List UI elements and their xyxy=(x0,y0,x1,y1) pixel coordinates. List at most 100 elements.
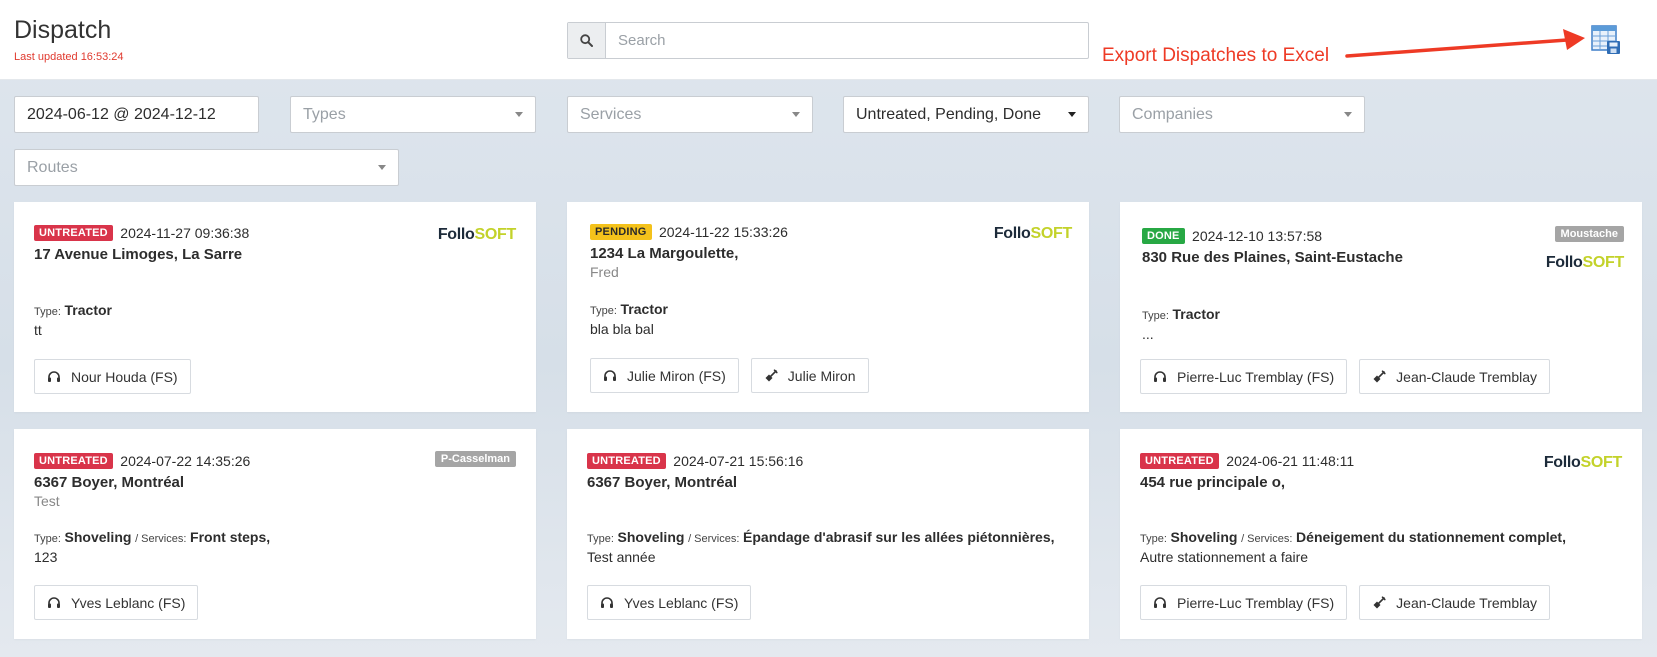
company-logo: FolloSOFT xyxy=(993,225,1072,242)
dispatch-type: Type: Shoveling / Services: Front steps, xyxy=(34,529,271,545)
dispatch-subaddress: Test xyxy=(34,493,60,509)
company-tag: P-Casselman xyxy=(434,451,516,467)
caret-down-icon xyxy=(378,165,386,170)
headset-icon xyxy=(604,369,616,381)
last-updated: Last updated 16:53:24 xyxy=(14,51,124,63)
status-badge: UNTREATED xyxy=(34,452,113,469)
status-badge: UNTREATED xyxy=(587,452,666,469)
operator-name: Jean-Claude Tremblay xyxy=(1396,368,1538,385)
status-badge: DONE xyxy=(1142,227,1185,244)
headset-icon xyxy=(48,596,60,608)
dispatch-card[interactable]: DONE 2024-12-10 13:57:58 830 Rue des Pla… xyxy=(1120,202,1642,412)
dispatch-type: Type: Shoveling / Services: Déneigement … xyxy=(1140,529,1566,545)
search-icon xyxy=(580,34,593,47)
dispatch-datetime: 2024-11-22 15:33:26 xyxy=(658,223,788,240)
agent-chip[interactable]: Julie Miron (FS) xyxy=(590,358,739,393)
dispatch-datetime: 2024-06-21 11:48:11 xyxy=(1226,452,1355,469)
operator-chip[interactable]: Jean-Claude Tremblay xyxy=(1359,359,1551,394)
dispatch-card[interactable]: UNTREATED 2024-07-21 15:56:16 6367 Boyer… xyxy=(567,429,1089,639)
last-updated-label: Last updated xyxy=(14,51,78,63)
status-badge: UNTREATED xyxy=(1140,452,1219,469)
operator-chip[interactable]: Jean-Claude Tremblay xyxy=(1359,585,1551,620)
company-tag: Moustache xyxy=(1554,226,1624,242)
dispatch-card[interactable]: PENDING 2024-11-22 15:33:26 1234 La Marg… xyxy=(567,202,1089,412)
dispatch-note: Test année xyxy=(587,549,656,565)
export-annotation: Export Dispatches to Excel xyxy=(1102,45,1330,66)
caret-down-icon xyxy=(1068,112,1076,117)
status-badge: UNTREATED xyxy=(34,224,113,241)
dispatch-address: 17 Avenue Limoges, La Sarre xyxy=(34,246,243,263)
caret-down-icon xyxy=(792,112,800,117)
operator-name: Julie Miron xyxy=(787,367,856,384)
dispatch-datetime: 2024-12-10 13:57:58 xyxy=(1192,227,1323,244)
agent-name: Pierre-Luc Tremblay (FS) xyxy=(1177,594,1335,611)
dispatch-card[interactable]: UNTREATED 2024-07-22 14:35:26 6367 Boyer… xyxy=(14,429,536,639)
types-placeholder: Types xyxy=(303,105,346,123)
shovel-icon xyxy=(1373,595,1386,608)
company-logo: FolloSOFT xyxy=(1545,254,1624,271)
top-bar: Dispatch Last updated 16:53:24 Export Di… xyxy=(0,0,1657,80)
dispatch-datetime: 2024-11-27 09:36:38 xyxy=(120,224,250,241)
status-filter[interactable]: Untreated, Pending, Done xyxy=(843,96,1089,133)
caret-down-icon xyxy=(515,112,523,117)
dispatch-note: bla bla bal xyxy=(590,321,654,337)
agent-chip[interactable]: Pierre-Luc Tremblay (FS) xyxy=(1140,585,1348,620)
dispatch-address: 6367 Boyer, Montréal xyxy=(34,474,185,491)
last-updated-time: 16:53:24 xyxy=(80,51,124,63)
headset-icon xyxy=(1154,596,1166,608)
agent-chip[interactable]: Nour Houda (FS) xyxy=(34,359,191,394)
dispatch-address: 1234 La Margoulette, xyxy=(590,245,739,262)
dispatch-note: Autre stationnement a faire xyxy=(1140,549,1309,565)
headset-icon xyxy=(48,370,60,382)
agent-name: Nour Houda (FS) xyxy=(71,368,178,385)
dispatch-card[interactable]: UNTREATED 2024-11-27 09:36:38 17 Avenue … xyxy=(14,202,536,412)
caret-down-icon xyxy=(1344,112,1352,117)
headset-icon xyxy=(1154,370,1166,382)
agent-chip[interactable]: Pierre-Luc Tremblay (FS) xyxy=(1140,359,1348,394)
search-bar xyxy=(567,22,1089,59)
dispatch-datetime: 2024-07-21 15:56:16 xyxy=(673,452,804,469)
dispatch-subaddress: Fred xyxy=(590,264,619,280)
dispatch-datetime: 2024-07-22 14:35:26 xyxy=(120,452,251,469)
headset-icon xyxy=(601,596,613,608)
export-excel-button[interactable] xyxy=(1590,24,1622,56)
operator-chip[interactable]: Julie Miron xyxy=(750,358,869,393)
page-title: Dispatch xyxy=(14,16,112,44)
dispatch-type: Type: Tractor xyxy=(590,301,668,317)
dispatch-type: Type: Shoveling / Services: Épandage d'a… xyxy=(587,529,1055,545)
dispatch-address: 6367 Boyer, Montréal xyxy=(587,474,738,491)
dispatch-note: ... xyxy=(1142,326,1154,342)
companies-filter[interactable]: Companies xyxy=(1119,96,1365,133)
annotation-arrow-icon xyxy=(1345,29,1585,58)
operator-name: Jean-Claude Tremblay xyxy=(1396,594,1538,611)
dispatch-note: tt xyxy=(34,322,42,338)
services-filter[interactable]: Services xyxy=(567,96,813,133)
services-placeholder: Services xyxy=(580,105,642,123)
search-button[interactable] xyxy=(568,23,606,58)
company-logo: FolloSOFT xyxy=(437,226,516,243)
dispatch-address: 454 rue principale o, xyxy=(1140,474,1286,491)
agent-name: Pierre-Luc Tremblay (FS) xyxy=(1177,368,1335,385)
dispatch-type: Type: Tractor xyxy=(34,302,112,318)
dispatch-note: 123 xyxy=(34,549,58,565)
excel-export-icon xyxy=(1591,25,1620,54)
dispatch-type: Type: Tractor xyxy=(1142,306,1220,322)
agent-name: Yves Leblanc (FS) xyxy=(71,594,186,611)
routes-filter[interactable]: Routes xyxy=(14,149,399,186)
status-badge: PENDING xyxy=(590,223,652,240)
dispatch-card[interactable]: UNTREATED 2024-06-21 11:48:11 454 rue pr… xyxy=(1120,429,1642,639)
date-range-filter[interactable]: 2024-06-12 @ 2024-12-12 xyxy=(14,96,259,133)
status-filter-value: Untreated, Pending, Done xyxy=(856,105,1042,123)
types-filter[interactable]: Types xyxy=(290,96,536,133)
date-range-value: 2024-06-12 @ 2024-12-12 xyxy=(27,105,216,123)
companies-placeholder: Companies xyxy=(1132,105,1213,123)
shovel-icon xyxy=(1373,369,1386,382)
agent-name: Yves Leblanc (FS) xyxy=(624,594,739,611)
routes-placeholder: Routes xyxy=(27,158,78,176)
shovel-icon xyxy=(765,368,778,381)
dispatch-address: 830 Rue des Plaines, Saint-Eustache xyxy=(1142,249,1403,266)
agent-chip[interactable]: Yves Leblanc (FS) xyxy=(34,585,199,620)
company-logo: FolloSOFT xyxy=(1543,454,1622,471)
agent-chip[interactable]: Yves Leblanc (FS) xyxy=(587,585,752,620)
search-input[interactable] xyxy=(606,23,1088,58)
